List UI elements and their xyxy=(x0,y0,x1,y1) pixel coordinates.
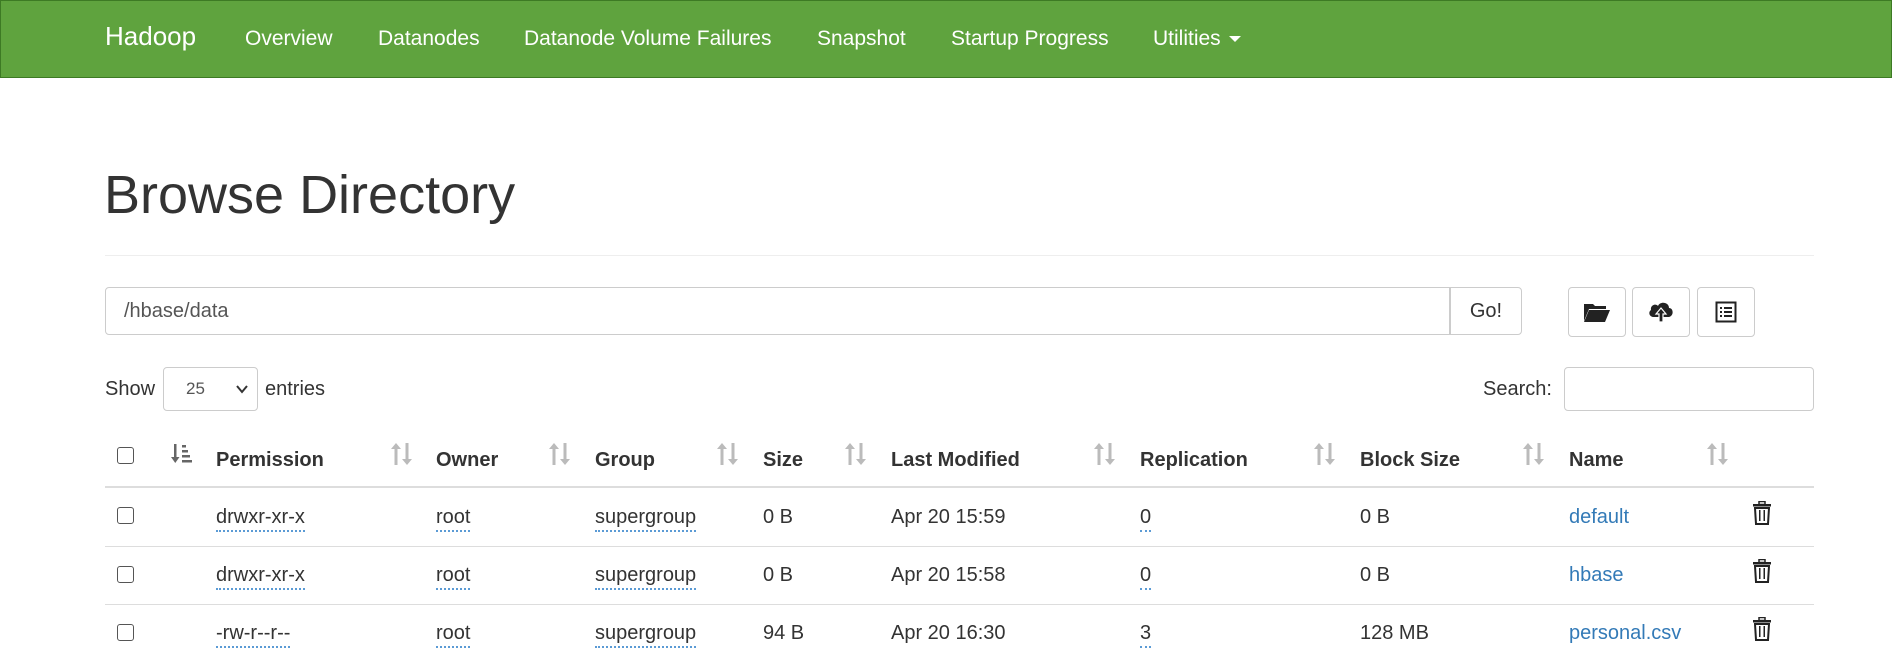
name-link[interactable]: default xyxy=(1569,506,1629,529)
column-header-block-size[interactable]: Block Size xyxy=(1360,449,1460,472)
search-input[interactable] xyxy=(1564,367,1814,411)
owner-cell[interactable]: root xyxy=(436,622,471,648)
size-cell: 0 B xyxy=(763,506,794,528)
size-cell: 0 B xyxy=(763,564,794,586)
column-header-owner[interactable]: Owner xyxy=(436,449,498,472)
column-header-group[interactable]: Group xyxy=(595,449,655,472)
replication-cell[interactable]: 0 xyxy=(1140,564,1152,590)
row-divider xyxy=(105,546,1814,547)
title-divider xyxy=(105,255,1814,256)
name-link[interactable]: personal.csv xyxy=(1569,622,1681,645)
column-header-size[interactable]: Size xyxy=(763,449,803,472)
block-size-cell: 0 B xyxy=(1360,506,1391,528)
replication-cell[interactable]: 0 xyxy=(1140,506,1152,532)
chevron-down-icon xyxy=(236,385,248,394)
row-checkbox[interactable] xyxy=(117,507,134,524)
size-cell: 94 B xyxy=(763,622,805,644)
nav-datanodes[interactable]: Datanodes xyxy=(378,27,480,51)
sort-both-icon[interactable] xyxy=(1707,442,1729,466)
cut-paste-button[interactable] xyxy=(1697,287,1755,337)
nav-datanode-volume-failures[interactable]: Datanode Volume Failures xyxy=(524,27,771,51)
sort-both-icon[interactable] xyxy=(1094,442,1116,466)
name-link[interactable]: hbase xyxy=(1569,564,1624,587)
column-header-replication[interactable]: Replication xyxy=(1140,449,1248,472)
row-checkbox[interactable] xyxy=(117,624,134,641)
row-checkbox[interactable] xyxy=(117,566,134,583)
nav-snapshot[interactable]: Snapshot xyxy=(817,27,906,51)
group-cell[interactable]: supergroup xyxy=(595,506,697,532)
permission-cell[interactable]: drwxr-xr-x xyxy=(216,564,305,590)
cloud-upload-icon xyxy=(1649,302,1673,323)
entries-selected-value: 25 xyxy=(186,379,205,398)
permission-cell[interactable]: -rw-r--r-- xyxy=(216,622,291,648)
group-cell[interactable]: supergroup xyxy=(595,622,697,648)
sort-both-icon[interactable] xyxy=(845,442,867,466)
create-directory-button[interactable] xyxy=(1568,287,1626,337)
entries-label: entries xyxy=(265,378,326,400)
nav-utilities-label: Utilities xyxy=(1153,27,1221,50)
directory-path-input[interactable]: /hbase/data xyxy=(105,287,1450,335)
last-modified-cell: Apr 20 15:58 xyxy=(891,564,1006,586)
replication-cell[interactable]: 3 xyxy=(1140,622,1152,648)
last-modified-cell: Apr 20 15:59 xyxy=(891,506,1006,528)
show-label: Show xyxy=(105,378,156,400)
select-all-checkbox[interactable] xyxy=(117,447,134,464)
search-label: Search: xyxy=(1483,378,1552,400)
group-cell[interactable]: supergroup xyxy=(595,564,697,590)
last-modified-cell: Apr 20 16:30 xyxy=(891,622,1006,644)
column-header-last-modified[interactable]: Last Modified xyxy=(891,449,1020,472)
list-alt-icon xyxy=(1715,301,1737,323)
upload-files-button[interactable] xyxy=(1632,287,1690,337)
sort-both-icon[interactable] xyxy=(717,442,739,466)
row-divider xyxy=(105,604,1814,605)
sort-both-icon[interactable] xyxy=(1314,442,1336,466)
trash-icon[interactable] xyxy=(1752,501,1772,525)
owner-cell[interactable]: root xyxy=(436,506,471,532)
top-navbar: Hadoop Overview Datanodes Datanode Volum… xyxy=(0,0,1892,78)
page-title: Browse Directory xyxy=(104,165,516,225)
nav-utilities-dropdown[interactable]: Utilities xyxy=(1153,27,1241,51)
go-button[interactable]: Go! xyxy=(1450,287,1522,335)
trash-icon[interactable] xyxy=(1752,559,1772,583)
caret-down-icon xyxy=(1228,36,1241,43)
sort-both-icon[interactable] xyxy=(549,442,571,466)
block-size-cell: 0 B xyxy=(1360,564,1391,586)
sort-both-icon[interactable] xyxy=(391,442,413,466)
folder-open-icon xyxy=(1584,304,1610,322)
sort-both-icon[interactable] xyxy=(1523,442,1545,466)
trash-icon[interactable] xyxy=(1752,617,1772,641)
nav-startup-progress[interactable]: Startup Progress xyxy=(951,27,1109,51)
permission-cell[interactable]: drwxr-xr-x xyxy=(216,506,305,532)
column-header-name[interactable]: Name xyxy=(1569,449,1623,472)
block-size-cell: 128 MB xyxy=(1360,622,1429,644)
column-header-permission[interactable]: Permission xyxy=(216,449,324,472)
owner-cell[interactable]: root xyxy=(436,564,471,590)
sort-ascending-icon[interactable] xyxy=(170,442,194,466)
entries-per-page-select[interactable]: 25 xyxy=(163,367,258,411)
brand-link[interactable]: Hadoop xyxy=(105,21,196,52)
nav-overview[interactable]: Overview xyxy=(245,27,333,51)
table-header-divider xyxy=(105,486,1814,488)
